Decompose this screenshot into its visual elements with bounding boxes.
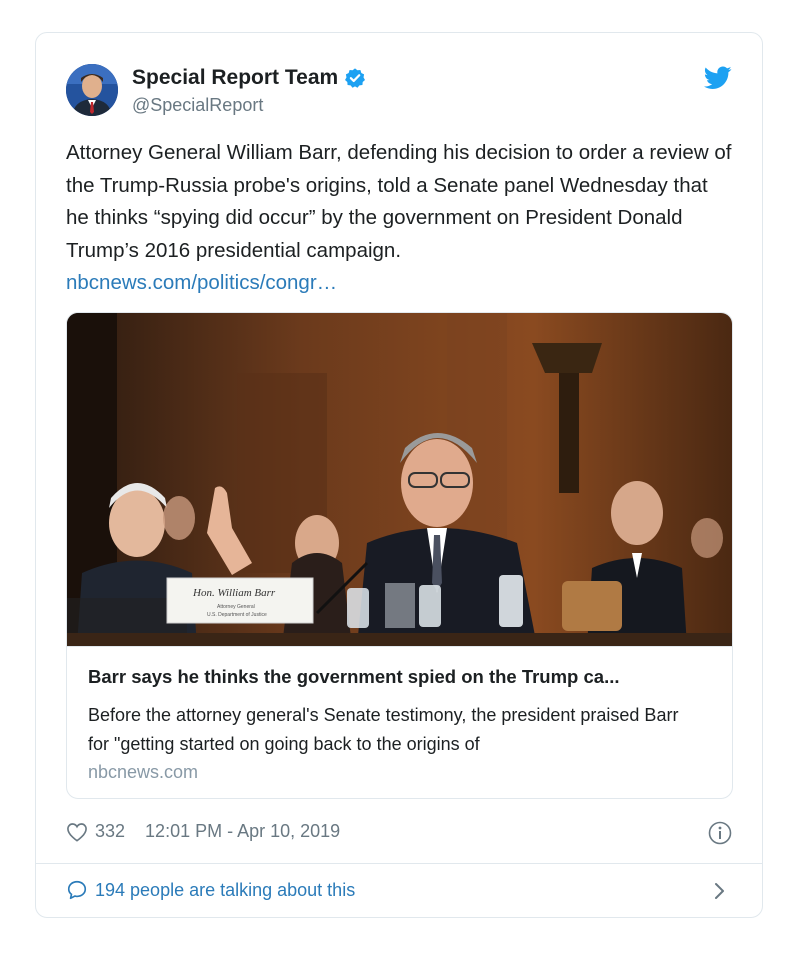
author-name-row[interactable]: Special Report Team <box>132 66 366 90</box>
preview-domain: nbcnews.com <box>88 762 199 782</box>
tweet-card: Special Report Team @SpecialReport Attor… <box>35 32 763 918</box>
preview-title[interactable]: Barr says he thinks the government spied… <box>88 666 620 688</box>
link-preview-text[interactable]: Barr says he thinks the government spied… <box>67 646 732 798</box>
footer-divider <box>36 863 762 864</box>
speech-bubble-icon <box>67 880 87 900</box>
timestamp[interactable]: 12:01 PM - Apr 10, 2019 <box>145 821 340 842</box>
heart-icon[interactable] <box>66 822 88 842</box>
like-count[interactable]: 332 <box>95 821 125 842</box>
preview-description: Before the attorney general's Senate tes… <box>88 705 679 754</box>
placard-title: Attorney General <box>217 604 255 610</box>
tweet-meta: 332 12:01 PM - Apr 10, 2019 <box>66 821 340 842</box>
tweet-text: Attorney General William Barr, defending… <box>66 141 732 262</box>
conversation-count[interactable]: 194 people are talking about this <box>95 880 355 901</box>
placard-department: U.S. Department of Justice <box>207 612 267 618</box>
chevron-right-icon[interactable] <box>713 879 727 903</box>
tweet-link[interactable]: nbcnews.com/politics/congr… <box>66 267 736 300</box>
placard-name: Hon. William Barr <box>192 587 276 599</box>
tweet-body: Attorney General William Barr, defending… <box>66 137 736 300</box>
hearing-photo[interactable]: Hon. William Barr Attorney General U.S. … <box>67 313 733 646</box>
verified-badge-icon <box>345 68 366 88</box>
author-display-name[interactable]: Special Report Team <box>132 66 338 90</box>
conversation-link[interactable]: 194 people are talking about this <box>66 879 355 901</box>
author-avatar[interactable] <box>66 64 118 116</box>
twitter-bird-icon[interactable] <box>704 66 732 90</box>
person-avatar-icon <box>66 64 118 116</box>
author-handle[interactable]: @SpecialReport <box>132 95 263 116</box>
info-icon[interactable] <box>708 821 732 845</box>
link-preview-card[interactable]: Hon. William Barr Attorney General U.S. … <box>66 312 733 799</box>
